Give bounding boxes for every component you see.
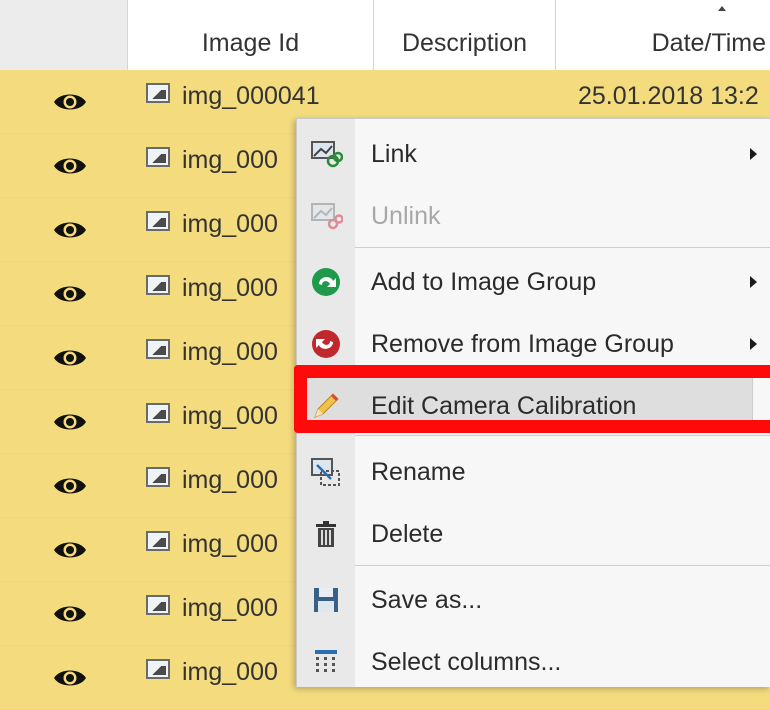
columns-icon — [309, 645, 343, 679]
add-group-icon — [309, 265, 343, 299]
menu-item-label: Rename — [371, 457, 466, 486]
menu-item-label: Add to Image Group — [371, 267, 597, 296]
eye-icon[interactable] — [52, 218, 88, 242]
image-id-cell: img_000 — [182, 274, 278, 302]
save-icon — [309, 583, 343, 617]
eye-icon[interactable] — [52, 474, 88, 498]
image-id-cell: img_000 — [182, 338, 278, 366]
eye-icon[interactable] — [52, 666, 88, 690]
column-header-description[interactable]: Description — [374, 0, 556, 70]
table-header: Image Id Description Date/Time — [0, 0, 770, 71]
image-thumbnail-icon — [146, 467, 170, 487]
column-header-date-time[interactable]: Date/Time — [556, 0, 770, 70]
menu-item-label: Save as... — [371, 585, 483, 614]
image-id-cell: img_000 — [182, 210, 278, 238]
menu-item-save-as[interactable]: Save as... — [297, 569, 770, 631]
image-thumbnail-icon — [146, 147, 170, 167]
image-id-cell: img_000 — [182, 594, 278, 622]
image-id-cell: img_000 — [182, 466, 278, 494]
menu-item-select-columns[interactable]: Select columns... — [297, 631, 770, 693]
menu-item-unlink[interactable]: Unlink — [297, 185, 770, 247]
image-thumbnail-icon — [146, 275, 170, 295]
menu-item-label: Unlink — [371, 201, 441, 230]
menu-separator — [355, 565, 770, 566]
annotation-highlight-box — [294, 365, 770, 433]
eye-icon[interactable] — [52, 90, 88, 114]
menu-item-delete[interactable]: Delete — [297, 503, 770, 565]
menu-item-add-to-image-group[interactable]: Add to Image Group — [297, 251, 770, 313]
image-thumbnail-icon — [146, 339, 170, 359]
image-id-cell: img_000 — [182, 402, 278, 430]
image-thumbnail-icon — [146, 403, 170, 423]
submenu-arrow-icon — [750, 148, 757, 160]
menu-item-label: Select columns... — [371, 647, 562, 676]
sort-ascending-icon — [718, 6, 726, 11]
image-id-cell: img_000041 — [182, 82, 320, 110]
remove-group-icon — [309, 327, 343, 361]
menu-item-link[interactable]: Link — [297, 123, 770, 185]
image-thumbnail-icon — [146, 83, 170, 103]
menu-item-rename[interactable]: Rename — [297, 441, 770, 503]
image-thumbnail-icon — [146, 211, 170, 231]
trash-icon — [309, 517, 343, 551]
submenu-arrow-icon — [750, 338, 757, 350]
column-header-visibility[interactable] — [0, 0, 128, 70]
eye-icon[interactable] — [52, 602, 88, 626]
image-thumbnail-icon — [146, 595, 170, 615]
menu-item-label: Delete — [371, 519, 444, 548]
eye-icon[interactable] — [52, 154, 88, 178]
image-id-cell: img_000 — [182, 146, 278, 174]
eye-icon[interactable] — [52, 282, 88, 306]
image-thumbnail-icon — [146, 531, 170, 551]
menu-separator — [355, 247, 770, 248]
eye-icon[interactable] — [52, 410, 88, 434]
eye-icon[interactable] — [52, 538, 88, 562]
submenu-arrow-icon — [750, 276, 757, 288]
unlink-icon — [309, 199, 343, 233]
link-icon — [309, 137, 343, 171]
eye-icon[interactable] — [52, 346, 88, 370]
image-thumbnail-icon — [146, 659, 170, 679]
column-header-image-id[interactable]: Image Id — [128, 0, 374, 70]
menu-item-label: Remove from Image Group — [371, 329, 674, 358]
rename-icon — [309, 455, 343, 489]
image-id-cell: img_000 — [182, 658, 278, 686]
menu-item-label: Link — [371, 139, 417, 168]
date-time-cell: 25.01.2018 13:2 — [578, 82, 759, 110]
image-id-cell: img_000 — [182, 530, 278, 558]
